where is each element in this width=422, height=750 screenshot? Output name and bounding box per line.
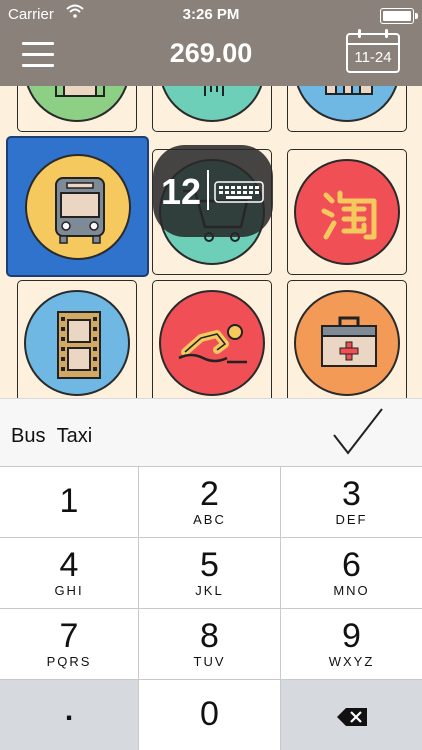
key-6[interactable]: 6 MNO xyxy=(281,538,422,609)
key-letters: ABC xyxy=(193,512,226,527)
numeric-keypad: 1 2 ABC 3 DEF 4 GHI 5 JKL 6 MNO 7 PQRS 8… xyxy=(0,466,422,750)
key-number: 9 xyxy=(342,617,361,655)
key-number: 6 xyxy=(342,546,361,584)
swimming-icon xyxy=(178,324,247,364)
key-7[interactable]: 7 PQRS xyxy=(0,609,139,680)
key-number: 4 xyxy=(59,546,79,584)
category-circle xyxy=(24,86,130,122)
key-number: 0 xyxy=(200,695,219,733)
key-number: 1 xyxy=(59,482,79,520)
key-letters: DEF xyxy=(335,512,368,527)
amount-entry-popup[interactable]: 12 xyxy=(153,145,273,237)
building-icon xyxy=(325,86,373,95)
clothing-icon xyxy=(204,86,224,96)
category-circle xyxy=(159,290,265,396)
category-circle xyxy=(294,86,400,122)
date-button[interactable]: 11-24 xyxy=(346,29,400,73)
category-circle xyxy=(24,290,130,396)
category-building[interactable] xyxy=(287,86,407,132)
navigation-bar: Carrier 3:26 PM 269.00 11-24 xyxy=(0,0,422,86)
keyboard-icon[interactable] xyxy=(214,181,264,203)
key-8[interactable]: 8 TUV xyxy=(139,609,281,680)
key-letters: WXYZ xyxy=(328,654,375,669)
backspace-icon xyxy=(336,708,367,726)
key-number: . xyxy=(64,694,74,727)
calendar-ring xyxy=(385,29,388,38)
key-letters: TUV xyxy=(193,654,226,669)
category-circle xyxy=(159,86,265,122)
key-2[interactable]: 2 ABC xyxy=(139,467,281,538)
category-circle xyxy=(24,153,131,260)
key-number: 5 xyxy=(200,546,219,584)
category-bus[interactable] xyxy=(6,136,149,277)
category-taobao[interactable] xyxy=(287,149,407,275)
medical-kit-icon xyxy=(321,316,377,367)
battery-icon xyxy=(380,8,418,24)
status-bar: Carrier 3:26 PM xyxy=(0,0,422,30)
film-icon xyxy=(57,311,101,379)
amount-entry-value: 12 xyxy=(161,171,202,212)
key-3[interactable]: 3 DEF xyxy=(281,467,422,538)
key-number: 3 xyxy=(342,475,361,513)
key-backspace[interactable] xyxy=(281,680,422,750)
key-letters: MNO xyxy=(333,583,370,598)
key-letters: GHI xyxy=(54,583,84,598)
category-film[interactable] xyxy=(17,280,137,398)
calendar-header-line xyxy=(348,43,398,45)
key-number: 2 xyxy=(200,475,219,513)
calendar-ring xyxy=(358,29,361,38)
text-cursor xyxy=(207,170,209,210)
key-letters: PQRS xyxy=(46,654,92,669)
taobao-icon xyxy=(321,190,377,240)
checkmark-icon[interactable] xyxy=(332,407,384,457)
key-9[interactable]: 9 WXYZ xyxy=(281,609,422,680)
key-1[interactable]: 1 xyxy=(0,467,139,538)
category-swimming[interactable] xyxy=(152,280,272,398)
key-0[interactable]: 0 xyxy=(139,680,281,750)
shopping-bag-icon xyxy=(55,86,105,97)
key-4[interactable]: 4 GHI xyxy=(0,538,139,609)
status-time: 3:26 PM xyxy=(182,6,240,23)
key-5[interactable]: 5 JKL xyxy=(139,538,281,609)
key-number: 8 xyxy=(200,617,219,655)
key-decimal[interactable]: . xyxy=(0,680,139,750)
date-label: 11-24 xyxy=(354,49,392,66)
category-circle xyxy=(294,159,400,265)
category-medical[interactable] xyxy=(287,280,407,398)
category-shopping-bag[interactable] xyxy=(17,86,137,132)
key-number: 7 xyxy=(59,617,79,655)
category-grid: 12 xyxy=(0,86,422,398)
category-clothing[interactable] xyxy=(152,86,272,132)
note-input[interactable]: Bus Taxi xyxy=(11,425,92,448)
note-row: Bus Taxi xyxy=(0,398,422,466)
key-letters: JKL xyxy=(195,583,224,598)
category-circle xyxy=(294,290,400,396)
bus-icon xyxy=(54,176,105,244)
